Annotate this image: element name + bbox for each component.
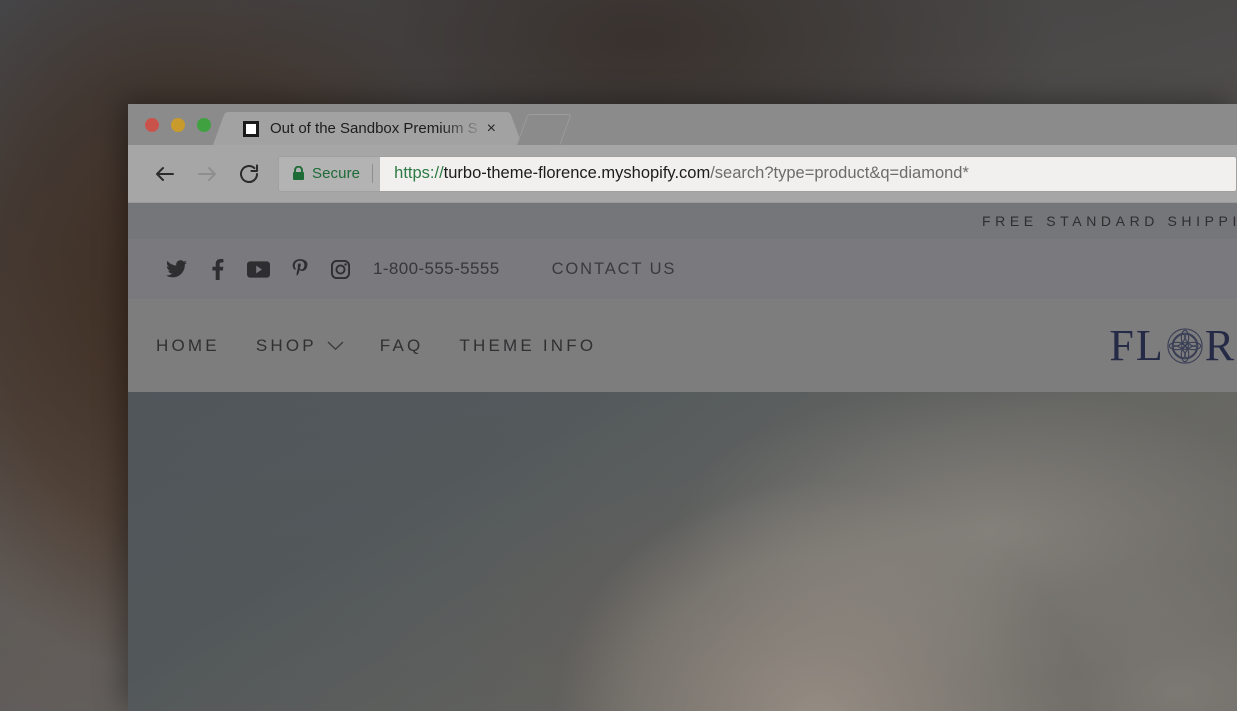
site-logo[interactable]: FL R	[1109, 320, 1237, 371]
forward-arrow-icon	[186, 153, 228, 195]
security-status-label: Secure	[312, 165, 361, 182]
address-bar[interactable]: Secure https://turbo-theme-florence.mysh…	[278, 155, 1237, 192]
youtube-icon[interactable]	[238, 255, 279, 283]
nav-label-home: HOME	[156, 335, 220, 355]
url-path: /search?type=product&q=diamond*	[710, 164, 969, 182]
omnibox-divider	[372, 164, 374, 183]
nav-label-faq: FAQ	[379, 335, 424, 355]
url-input[interactable]: https://turbo-theme-florence.myshopify.c…	[380, 156, 1236, 191]
twitter-icon[interactable]	[156, 255, 197, 283]
hero-flower-image	[128, 392, 1237, 711]
lock-icon	[293, 166, 304, 180]
phone-number[interactable]: 1-800-555-5555	[373, 259, 500, 279]
nav-item-home[interactable]: HOME	[156, 336, 238, 356]
logo-text-after: RE	[1204, 321, 1237, 370]
window-traffic-lights	[128, 118, 211, 145]
logo-wordmark: FL R	[1109, 320, 1237, 371]
utility-bar: 1-800-555-5555 CONTACT US	[128, 239, 1237, 299]
chevron-down-icon	[327, 341, 344, 350]
back-arrow-icon[interactable]	[144, 153, 186, 195]
reload-icon[interactable]	[228, 153, 270, 195]
main-menu: HOME SHOP FAQ THEME INFO	[156, 336, 614, 356]
main-navigation-bar: HOME SHOP FAQ THEME INFO FL R	[128, 299, 1237, 392]
browser-tab-strip: Out of the Sandbox Premium S ×	[128, 104, 1237, 145]
nav-label-theme-info: THEME INFO	[459, 335, 597, 355]
url-scheme: https://	[394, 164, 444, 182]
url-host: turbo-theme-florence.myshopify.com	[443, 164, 711, 182]
facebook-icon[interactable]	[197, 255, 238, 283]
web-page-content: FREE STANDARD SHIPPI 1-800-555-5555 CONT…	[128, 203, 1237, 711]
nav-label-shop: SHOP	[255, 335, 317, 355]
browser-tab-title: Out of the Sandbox Premium S	[270, 120, 478, 137]
new-tab-button[interactable]	[516, 112, 572, 145]
nav-item-faq[interactable]: FAQ	[362, 336, 442, 356]
announcement-bar: FREE STANDARD SHIPPI	[128, 203, 1237, 239]
maximize-window-button[interactable]	[197, 118, 211, 132]
browser-toolbar: Secure https://turbo-theme-florence.mysh…	[128, 145, 1237, 203]
close-window-button[interactable]	[145, 118, 159, 132]
logo-text-before: FL	[1109, 321, 1165, 370]
pinterest-icon[interactable]	[279, 255, 320, 283]
browser-tab[interactable]: Out of the Sandbox Premium S ×	[229, 112, 506, 145]
minimize-window-button[interactable]	[171, 118, 185, 132]
instagram-icon[interactable]	[320, 255, 361, 283]
nav-item-shop[interactable]: SHOP	[238, 336, 362, 356]
close-icon[interactable]: ×	[487, 120, 496, 137]
announcement-text: FREE STANDARD SHIPPI	[982, 213, 1237, 229]
rosette-flower-icon	[1167, 327, 1203, 364]
browser-window: Out of the Sandbox Premium S × Secure ht…	[128, 104, 1237, 711]
contact-us-link[interactable]: CONTACT US	[552, 260, 677, 279]
security-status-chip[interactable]: Secure	[279, 165, 372, 182]
square-favicon	[243, 120, 259, 137]
new-tab-shape	[516, 114, 572, 145]
nav-item-theme-info[interactable]: THEME INFO	[441, 336, 614, 356]
